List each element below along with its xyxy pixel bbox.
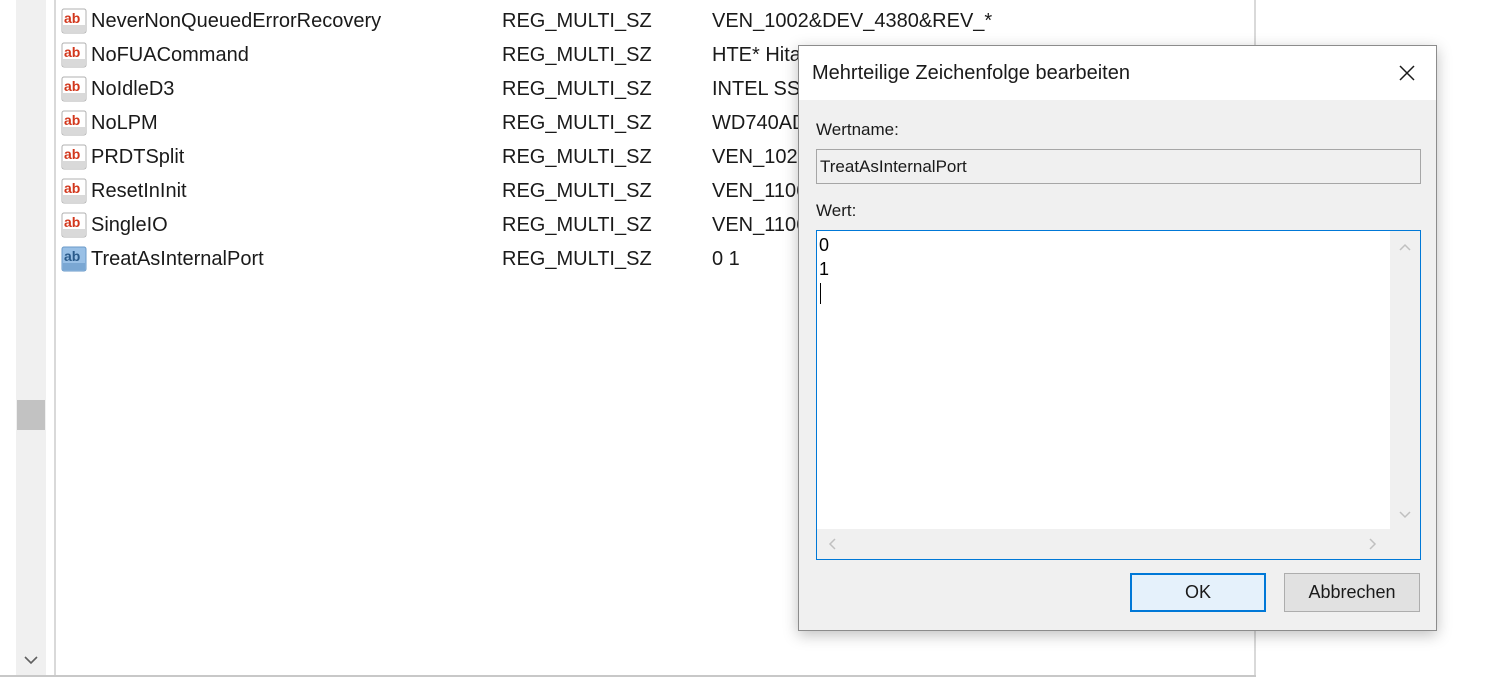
value-name: TreatAsInternalPort [91, 248, 264, 270]
value-data: 0 1 [712, 248, 740, 270]
string-value-icon: ab [61, 212, 87, 238]
scroll-down-chevron-icon[interactable] [17, 644, 45, 676]
value-data: VEN_1106 [712, 214, 808, 236]
dialog-titlebar[interactable]: Mehrteilige Zeichenfolge bearbeiten [799, 46, 1436, 100]
value-data: VEN_1022 [712, 146, 809, 168]
value-data-text[interactable]: 0 1 [819, 233, 829, 281]
value-name: PRDTSplit [91, 146, 185, 168]
string-value-icon: ab [61, 178, 87, 204]
value-type: REG_MULTI_SZ [502, 248, 652, 270]
svg-text:ab: ab [64, 146, 80, 162]
dialog-title: Mehrteilige Zeichenfolge bearbeiten [812, 62, 1130, 84]
scroll-left-arrow-icon[interactable] [822, 534, 842, 554]
scrollbar-corner [1390, 529, 1420, 559]
svg-text:ab: ab [64, 112, 80, 128]
ok-button[interactable]: OK [1130, 573, 1266, 612]
value-type: REG_MULTI_SZ [502, 44, 652, 66]
value-type: REG_MULTI_SZ [502, 10, 652, 32]
edit-multi-string-dialog: Mehrteilige Zeichenfolge bearbeiten Wert… [798, 45, 1437, 631]
value-name: SingleIO [91, 214, 168, 236]
list-pane-bottom-edge [0, 675, 1256, 677]
value-data: HTE* Hita [712, 44, 801, 66]
value-data: VEN_1106 [712, 180, 808, 202]
vertical-scrollbar[interactable] [1390, 231, 1420, 529]
value-data-textarea[interactable]: 0 1 [816, 230, 1421, 560]
tree-scrollbar-thumb[interactable] [17, 400, 45, 430]
horizontal-scrollbar[interactable] [817, 529, 1390, 559]
cancel-button[interactable]: Abbrechen [1284, 573, 1420, 612]
string-value-icon: ab [61, 110, 87, 136]
value-name: NoLPM [91, 112, 158, 134]
close-button[interactable] [1378, 46, 1436, 100]
string-value-icon: ab [61, 42, 87, 68]
scroll-down-arrow-icon[interactable] [1395, 505, 1415, 525]
svg-text:ab: ab [64, 214, 80, 230]
value-name: NoFUACommand [91, 44, 249, 66]
svg-text:ab: ab [64, 248, 80, 264]
string-value-icon: ab [61, 246, 87, 272]
list-item[interactable]: ab NeverNonQueuedErrorRecovery REG_MULTI… [60, 5, 1250, 39]
value-name-field[interactable]: TreatAsInternalPort [816, 149, 1421, 184]
svg-text:ab: ab [64, 78, 80, 94]
value-data: VEN_1002&DEV_4380&REV_* [712, 10, 993, 32]
value-data: WD740AD [712, 112, 807, 134]
string-value-icon: ab [61, 144, 87, 170]
value-name: NeverNonQueuedErrorRecovery [91, 10, 382, 32]
close-icon [1399, 65, 1415, 81]
value-type: REG_MULTI_SZ [502, 180, 652, 202]
splitter[interactable] [54, 0, 56, 676]
text-caret [820, 283, 821, 304]
value-name-label: Wertname: [816, 120, 899, 139]
value-type: REG_MULTI_SZ [502, 214, 652, 236]
value-type: REG_MULTI_SZ [502, 112, 652, 134]
value-data-label: Wert: [816, 201, 857, 220]
svg-text:ab: ab [64, 180, 80, 196]
string-value-icon: ab [61, 76, 87, 102]
tree-scrollbar[interactable] [16, 0, 46, 676]
scroll-right-arrow-icon[interactable] [1363, 534, 1383, 554]
svg-text:ab: ab [64, 10, 80, 26]
value-type: REG_MULTI_SZ [502, 146, 652, 168]
value-name: ResetInInit [91, 180, 187, 202]
value-name: NoIdleD3 [91, 78, 175, 100]
value-type: REG_MULTI_SZ [502, 78, 652, 100]
scroll-up-arrow-icon[interactable] [1395, 237, 1415, 257]
string-value-icon: ab [61, 8, 87, 34]
svg-text:ab: ab [64, 44, 80, 60]
